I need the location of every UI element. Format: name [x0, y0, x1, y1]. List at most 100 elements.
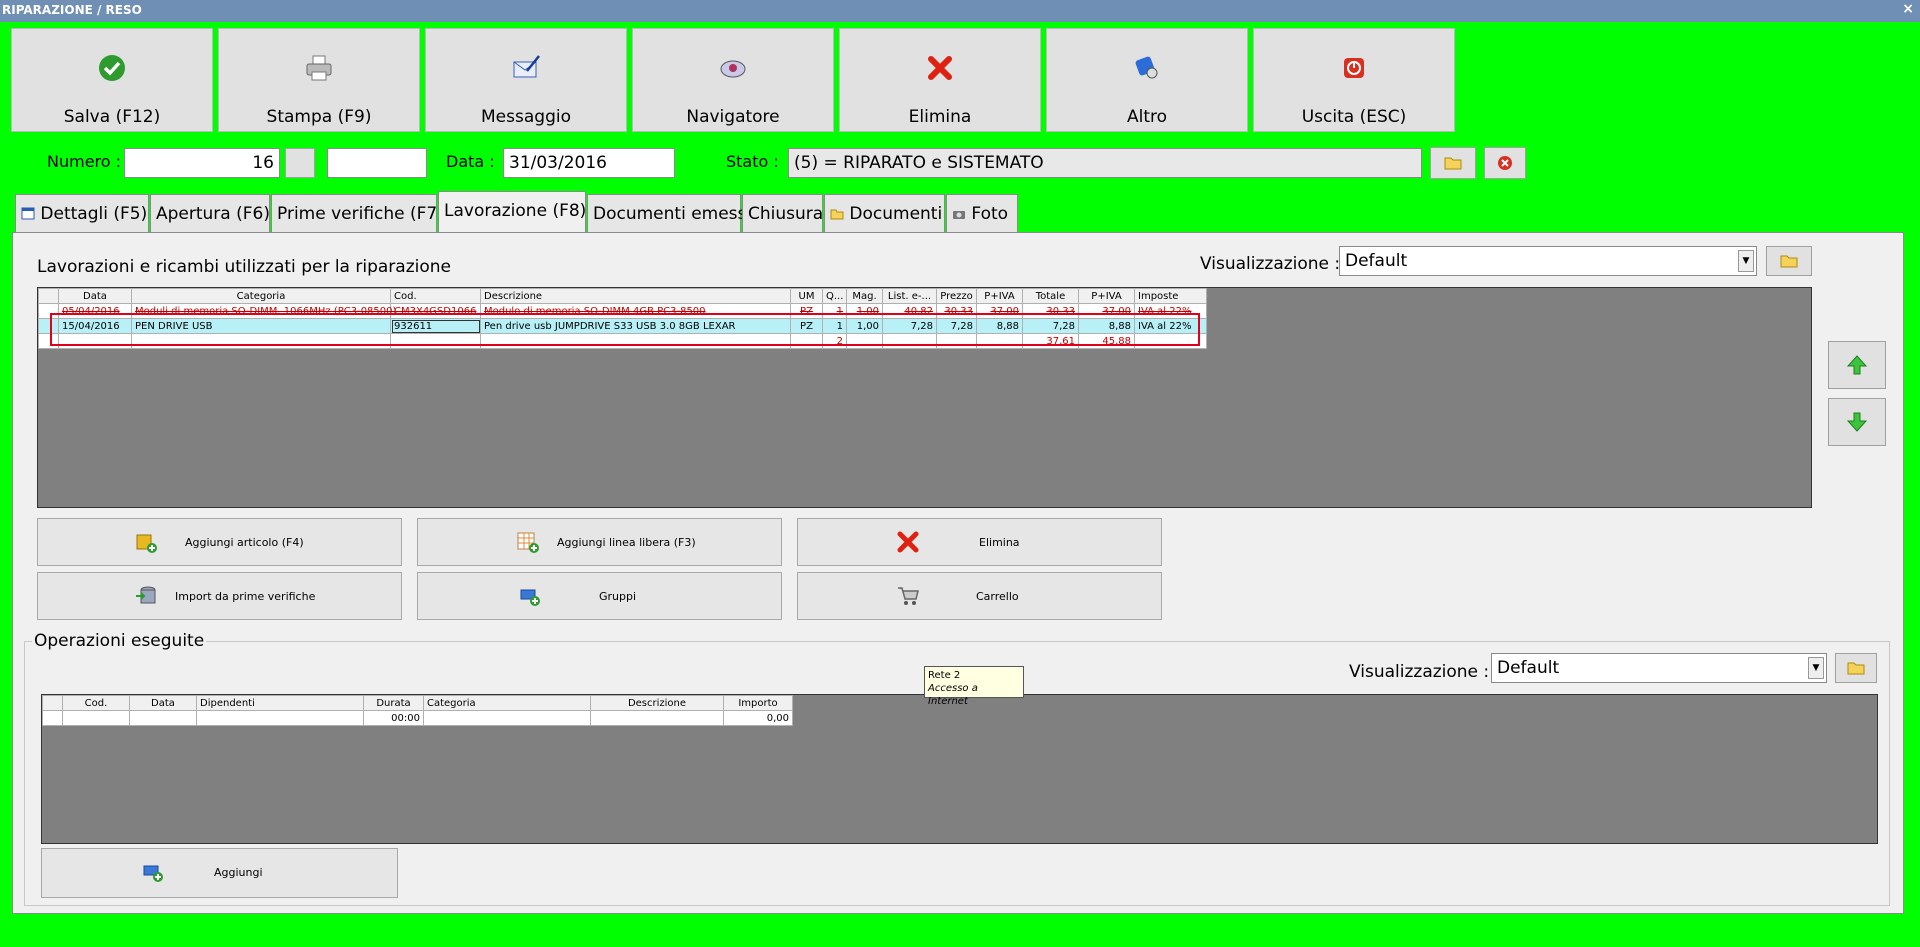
lavorazioni-title: Lavorazioni e ricambi utilizzati per la … — [37, 257, 451, 277]
column-header[interactable]: List. e-... — [882, 288, 937, 304]
row-indicator-header — [42, 695, 63, 711]
cell-data — [129, 710, 197, 726]
operazioni-view-value: Default — [1497, 658, 1560, 678]
cell-dipendenti — [196, 710, 364, 726]
row-indicator — [42, 710, 63, 726]
add-free-line-label: Aggiungi linea libera (F3) — [557, 536, 696, 549]
column-header[interactable]: Data — [129, 695, 197, 711]
column-header[interactable]: Data — [58, 288, 132, 304]
tooltip-subtitle: Accesso a Internet — [928, 683, 978, 707]
view-open-button[interactable] — [1766, 246, 1812, 276]
window-titlebar: RIPARAZIONE / RESO × — [0, 0, 1920, 22]
print-label: Stampa (F9) — [266, 107, 372, 127]
column-header[interactable]: Cod. — [390, 288, 481, 304]
cell-durata: 00:00 — [363, 710, 424, 726]
move-up-button[interactable] — [1828, 341, 1886, 389]
tab-dettagli[interactable]: Dettagli (F5) — [15, 194, 149, 232]
more-icon — [1135, 56, 1158, 79]
tab-apertura[interactable]: Apertura (F6) — [150, 194, 270, 232]
column-header[interactable]: Descrizione — [590, 695, 724, 711]
data-input[interactable]: 31/03/2016 — [503, 148, 675, 178]
tab-documenti-emessi-label: Documenti emessi — [593, 204, 752, 224]
table-row[interactable]: 00:00 0,00 — [42, 710, 793, 726]
cart-label: Carrello — [976, 590, 1019, 603]
tab-chiusura[interactable]: Chiusura — [742, 194, 823, 232]
numero-suffix-input[interactable] — [327, 148, 427, 178]
close-window-button[interactable]: × — [1902, 1, 1914, 17]
tooltip-title: Rete 2 — [928, 670, 961, 681]
grid-add-icon — [517, 532, 539, 553]
column-header[interactable]: Imposte — [1134, 288, 1207, 304]
chevron-down-icon: ▼ — [1808, 657, 1824, 679]
tab-foto-label: Foto — [971, 204, 1009, 224]
numero-input[interactable]: 16 — [124, 148, 280, 178]
column-header[interactable]: Categoria — [131, 288, 391, 304]
message-button[interactable]: Messaggio — [425, 28, 627, 132]
numero-lookup-button[interactable] — [285, 148, 315, 178]
folder-icon — [1444, 157, 1462, 170]
printer-icon — [306, 55, 332, 81]
tab-documenti[interactable]: Documenti — [824, 194, 945, 232]
column-header[interactable]: Totale — [1022, 288, 1079, 304]
tab-documenti-emessi[interactable]: Documenti emessi — [587, 194, 751, 232]
delete-line-button[interactable]: Elimina — [797, 518, 1162, 566]
tab-lavorazione[interactable]: Lavorazione (F8) — [438, 191, 586, 232]
stato-clear-button[interactable] — [1484, 147, 1526, 179]
stato-open-button[interactable] — [1430, 147, 1476, 179]
operazioni-view-select[interactable]: Default ▼ — [1491, 653, 1827, 683]
operazioni-table: Cod. Data Dipendenti Durata Categoria De… — [42, 695, 793, 726]
column-header[interactable]: Cod. — [62, 695, 130, 711]
column-header[interactable]: Categoria — [423, 695, 591, 711]
move-down-button[interactable] — [1828, 398, 1886, 446]
print-button[interactable]: Stampa (F9) — [218, 28, 420, 132]
numero-label: Numero : — [47, 152, 122, 171]
column-header[interactable]: P+IVA — [1078, 288, 1135, 304]
cell-cod — [62, 710, 130, 726]
tab-foto[interactable]: Foto — [946, 194, 1018, 232]
column-header[interactable]: Q... — [822, 288, 847, 304]
column-header[interactable]: Dipendenti — [196, 695, 364, 711]
exit-button[interactable]: Uscita (ESC) — [1253, 28, 1455, 132]
delete-button[interactable]: Elimina — [839, 28, 1041, 132]
table-header: Cod. Data Dipendenti Durata Categoria De… — [42, 695, 793, 711]
add-article-button[interactable]: Aggiungi articolo (F4) — [37, 518, 402, 566]
add-operation-label: Aggiungi — [214, 866, 263, 879]
highlight-box — [50, 313, 1200, 346]
arrow-up-icon — [1846, 355, 1868, 375]
view-select[interactable]: Default ▼ — [1339, 246, 1757, 276]
navigator-label: Navigatore — [686, 107, 780, 127]
arrow-down-icon — [1846, 412, 1868, 432]
add-operation-button[interactable]: Aggiungi — [41, 848, 398, 898]
exit-label: Uscita (ESC) — [1301, 107, 1407, 127]
tab-prime-verifiche[interactable]: Prime verifiche (F7) — [271, 194, 444, 232]
column-header[interactable]: Descrizione — [480, 288, 791, 304]
save-button[interactable]: Salva (F12) — [11, 28, 213, 132]
add-free-line-button[interactable]: Aggiungi linea libera (F3) — [417, 518, 782, 566]
cell-importo: 0,00 — [723, 710, 793, 726]
column-header[interactable]: P+IVA — [976, 288, 1023, 304]
envelope-icon — [513, 55, 540, 78]
navigator-button[interactable]: Navigatore — [632, 28, 834, 132]
import-verifiche-button[interactable]: Import da prime verifiche — [37, 572, 402, 620]
column-header[interactable]: UM — [790, 288, 823, 304]
more-button[interactable]: Altro — [1046, 28, 1248, 132]
stato-field[interactable]: (5) = RIPARATO e SISTEMATO — [788, 148, 1422, 178]
operazioni-title: Operazioni eseguite — [32, 631, 207, 651]
cart-button[interactable]: Carrello — [797, 572, 1162, 620]
groups-button[interactable]: Gruppi — [417, 572, 782, 620]
column-header[interactable]: Importo — [723, 695, 793, 711]
column-header[interactable]: Durata — [363, 695, 424, 711]
cart-icon — [898, 587, 919, 605]
operazioni-view-open-button[interactable] — [1835, 653, 1877, 683]
operazioni-grid[interactable]: Cod. Data Dipendenti Durata Categoria De… — [41, 694, 1878, 844]
power-icon — [1344, 58, 1364, 78]
network-tooltip: Rete 2 Accesso a Internet — [924, 666, 1024, 707]
tab-dettagli-label: Dettagli (F5) — [40, 204, 148, 224]
tab-apertura-label: Apertura (F6) — [156, 204, 270, 224]
cell-categoria — [423, 710, 591, 726]
operazioni-view-label: Visualizzazione : — [1349, 662, 1490, 682]
group-add-icon — [520, 589, 540, 606]
navigator-icon — [720, 60, 746, 78]
column-header[interactable]: Mag. — [846, 288, 883, 304]
column-header[interactable]: Prezzo — [936, 288, 977, 304]
